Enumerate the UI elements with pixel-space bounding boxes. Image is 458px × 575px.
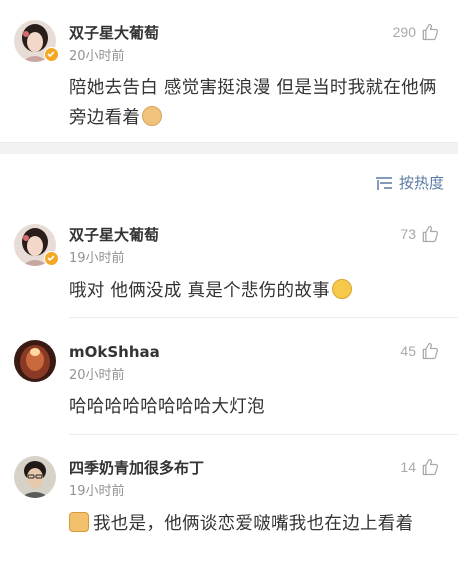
like-button[interactable]: 14: [400, 457, 440, 477]
comment-text: 我也是，他俩谈恋爱啵嘴我也在边上看着: [69, 509, 444, 539]
verified-badge-icon: [44, 47, 59, 62]
like-count: 73: [400, 226, 416, 242]
comment-text: 哈哈哈哈哈哈哈哈大灯泡: [69, 397, 265, 417]
comment-top: 双子星大葡萄 20小时前 290 陪她去告白 感觉害挺浪漫 但是当时我就在他俩旁…: [0, 0, 458, 142]
doge-emoji: [142, 106, 163, 126]
username[interactable]: 四季奶青加很多布丁: [69, 457, 204, 478]
like-count: 45: [400, 343, 416, 359]
username[interactable]: mOkShhaa: [69, 343, 160, 361]
thumbs-up-icon: [422, 458, 439, 476]
row-divider: [69, 434, 458, 435]
list-item: 四季奶青加很多布丁 19小时前 14 我也是，他俩谈恋爱啵嘴我也在边上看着: [0, 442, 458, 575]
row-divider: [69, 317, 458, 318]
comment-text: 陪她去告白 感觉害挺浪漫 但是当时我就在他俩旁边看着: [69, 78, 437, 128]
username[interactable]: 双子星大葡萄: [69, 22, 159, 43]
like-count: 290: [392, 24, 416, 40]
sort-label: 按热度: [398, 174, 444, 192]
comment-time: 19小时前: [69, 251, 125, 266]
grin-emoji: [331, 279, 352, 299]
thumbs-up-icon: [422, 23, 439, 41]
username[interactable]: 双子星大葡萄: [69, 224, 159, 245]
verified-badge-icon: [44, 251, 59, 266]
comment-time: 20小时前: [69, 49, 125, 64]
list-item: mOkShhaa 20小时前 45 哈哈哈哈哈哈哈哈大灯泡: [0, 326, 458, 434]
like-button[interactable]: 45: [400, 341, 440, 361]
thumbs-up-emoji: [69, 512, 89, 532]
sort-lines-icon: [375, 176, 392, 190]
comment-time: 20小时前: [69, 368, 125, 383]
avatar[interactable]: [14, 456, 56, 498]
like-count: 14: [400, 459, 416, 475]
comment-text: 哦对 他俩没成 真是个悲伤的故事: [69, 276, 444, 306]
avatar[interactable]: [14, 340, 56, 382]
comment-time: 19小时前: [69, 484, 125, 499]
list-item: 双子星大葡萄 19小时前 73 哦对 他俩没成 真是个悲伤的故事: [0, 210, 458, 320]
like-button[interactable]: 290: [393, 22, 440, 42]
section-divider: [0, 142, 458, 154]
thumbs-up-icon: [422, 342, 439, 360]
sort-by-hot-button[interactable]: 按热度: [375, 172, 444, 193]
thumbs-up-icon: [422, 225, 439, 243]
like-button[interactable]: 73: [400, 224, 440, 244]
